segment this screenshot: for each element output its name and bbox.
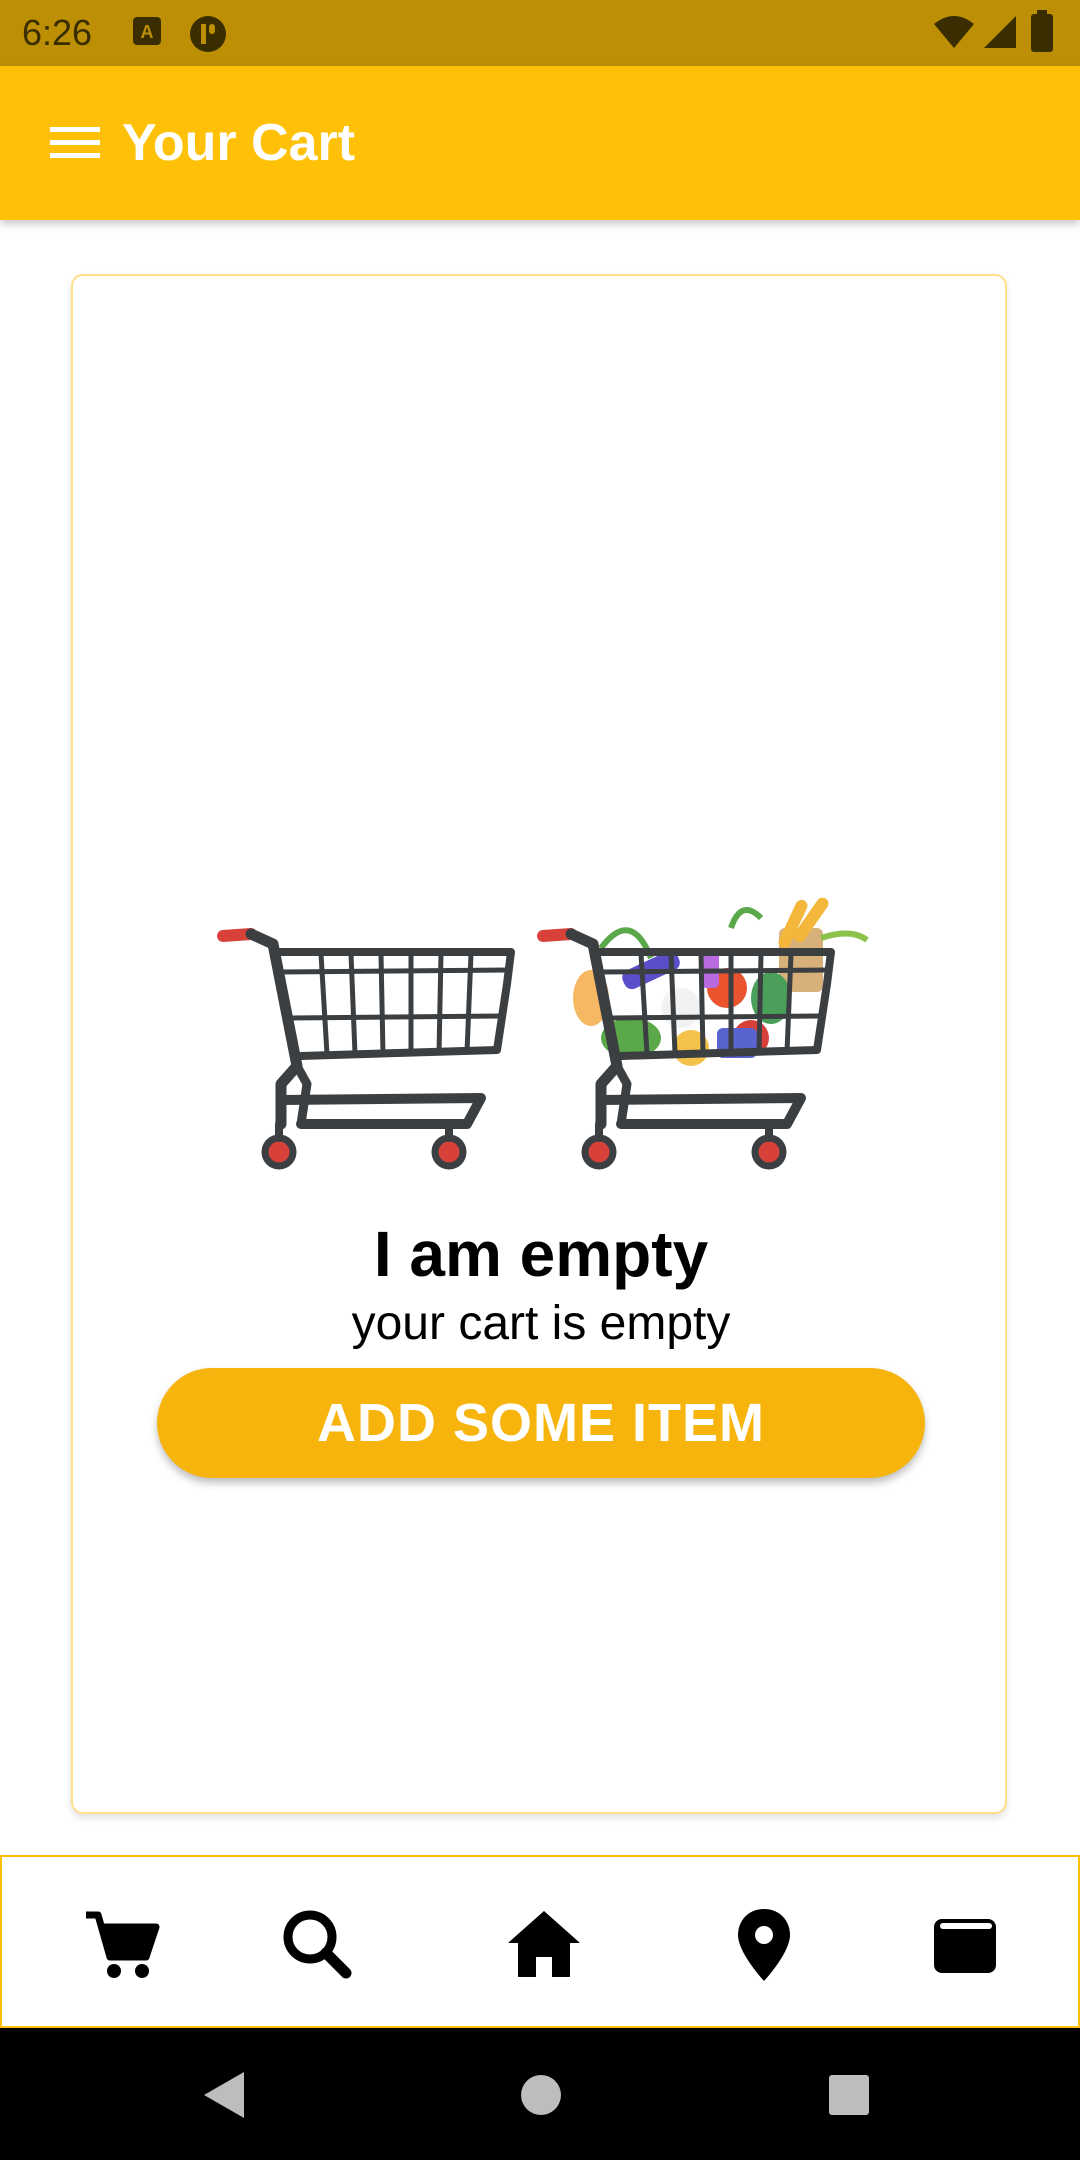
svg-text:A: A — [141, 22, 154, 42]
status-time: 6:26 — [22, 12, 93, 53]
full-cart-image — [537, 897, 869, 1170]
recents-square-icon[interactable] — [828, 2074, 870, 2121]
home-icon[interactable] — [504, 1905, 584, 1985]
empty-subtitle: your cart is empty — [351, 1297, 731, 1350]
wifi-icon — [932, 14, 976, 55]
a-badge-icon: A — [132, 16, 162, 51]
empty-cart-illustration — [211, 888, 871, 1190]
app-circle-icon — [188, 14, 228, 59]
back-icon[interactable] — [200, 2070, 248, 2125]
battery-icon — [1030, 10, 1054, 57]
location-pin-icon[interactable] — [724, 1905, 804, 1985]
app-bar: Your Cart — [0, 66, 1080, 220]
system-nav-bar — [0, 2028, 1080, 2160]
page-title: Your Cart — [122, 114, 356, 172]
cart-icon[interactable] — [82, 1905, 162, 1985]
bottom-nav — [0, 1855, 1080, 2028]
hamburger-menu-icon[interactable] — [50, 123, 102, 163]
home-circle-icon[interactable] — [520, 2074, 562, 2121]
wallet-icon[interactable] — [926, 1905, 1006, 1985]
empty-title: I am empty — [373, 1218, 709, 1290]
search-icon[interactable] — [278, 1905, 358, 1985]
signal-icon — [982, 14, 1018, 55]
empty-cart-image — [217, 928, 515, 1170]
empty-cart-card: I am empty your cart is empty ADD SOME I… — [71, 274, 1007, 1814]
add-some-item-button[interactable]: ADD SOME ITEM — [157, 1368, 925, 1478]
status-bar: 6:26 A — [0, 0, 1080, 66]
